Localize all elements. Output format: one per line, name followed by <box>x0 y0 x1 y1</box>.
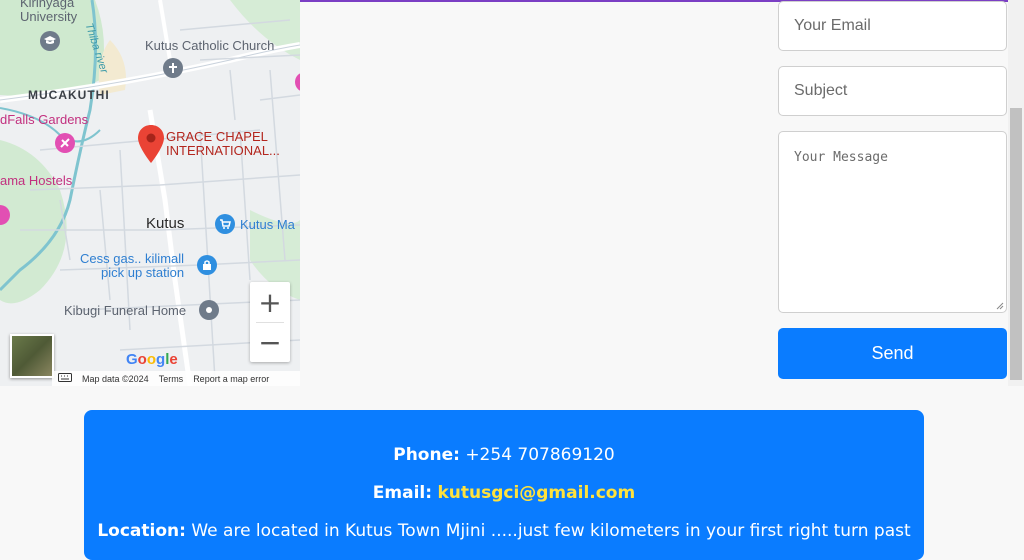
subject-input[interactable] <box>779 67 1006 115</box>
zoom-in-button[interactable]: + <box>250 282 290 322</box>
email-field[interactable] <box>778 1 1007 51</box>
google-logo-letter: g <box>156 351 166 368</box>
funeral-poi-icon[interactable] <box>199 300 219 320</box>
email-line: Email: kutusgci@gmail.com <box>84 483 924 503</box>
embedded-map[interactable]: Kirinyaga University Thiba river Kutus C… <box>0 0 300 386</box>
message-field[interactable] <box>778 131 1007 313</box>
google-logo-letter: e <box>169 351 178 368</box>
google-logo-letter: o <box>137 351 147 368</box>
page-scrollbar[interactable] <box>1008 0 1024 386</box>
market-poi-icon[interactable] <box>215 214 235 234</box>
map-zoom-controls: + − <box>250 282 290 362</box>
location-value: We are located in Kutus Town Mjini .....… <box>191 521 911 541</box>
map-label-pickup-station: pick up station <box>101 265 185 280</box>
map-label-grace-chapel-2: INTERNATIONAL... <box>166 143 280 158</box>
phone-line: Phone: +254 707869120 <box>84 445 924 465</box>
google-logo-letter: G <box>126 351 138 368</box>
map-label-cess-gas: Cess gas.. kilimall <box>80 251 185 266</box>
location-pin-icon[interactable] <box>138 125 164 168</box>
map-label-mucakuthi: MUCAKUTHI <box>28 88 110 102</box>
gardens-poi-icon[interactable] <box>55 133 75 153</box>
university-poi-icon[interactable] <box>40 31 60 51</box>
map-data-text: Map data ©2024 <box>82 373 149 384</box>
church-poi-icon[interactable] <box>163 58 183 78</box>
keyboard-shortcuts-icon[interactable] <box>58 373 72 384</box>
phone-label: Phone: <box>393 445 460 465</box>
map-label-grace-chapel: GRACE CHAPEL <box>166 129 268 144</box>
email-label: Email: <box>372 483 433 503</box>
message-textarea[interactable] <box>779 132 1006 312</box>
map-label-church: Kutus Catholic Church <box>145 38 275 53</box>
map-label-university: University <box>20 9 78 24</box>
map-attribution: Map data ©2024 Terms Report a map error <box>52 371 300 386</box>
location-line: Location: We are located in Kutus Town M… <box>84 521 924 541</box>
contact-info-card: Phone: +254 707869120 Email: kutusgci@gm… <box>84 410 924 560</box>
google-logo: Google <box>126 351 178 368</box>
map-label-kutus-market: Kutus Ma <box>240 217 295 232</box>
map-label-kutus: Kutus <box>146 215 185 232</box>
resize-grip-icon[interactable] <box>996 302 1004 310</box>
email-input[interactable] <box>779 2 1006 50</box>
google-logo-letter: o <box>146 351 157 368</box>
report-error-link[interactable]: Report a map error <box>193 374 269 384</box>
scrollbar-thumb[interactable] <box>1010 108 1022 380</box>
map-label-falls-gardens: dFalls Gardens <box>0 112 89 127</box>
send-button[interactable]: Send <box>778 328 1007 379</box>
phone-value: +254 707869120 <box>465 445 615 465</box>
zoom-out-button[interactable]: − <box>250 323 290 362</box>
map-label-funeral-home: Kibugi Funeral Home <box>64 303 187 318</box>
satellite-view-toggle[interactable] <box>10 334 54 378</box>
location-label: Location: <box>97 521 186 541</box>
subject-field[interactable] <box>778 66 1007 116</box>
pickup-poi-icon[interactable] <box>197 255 217 275</box>
email-link[interactable]: kutusgci@gmail.com <box>437 483 635 503</box>
map-label-hostels: ama Hostels <box>0 173 73 188</box>
terms-link[interactable]: Terms <box>159 374 184 384</box>
